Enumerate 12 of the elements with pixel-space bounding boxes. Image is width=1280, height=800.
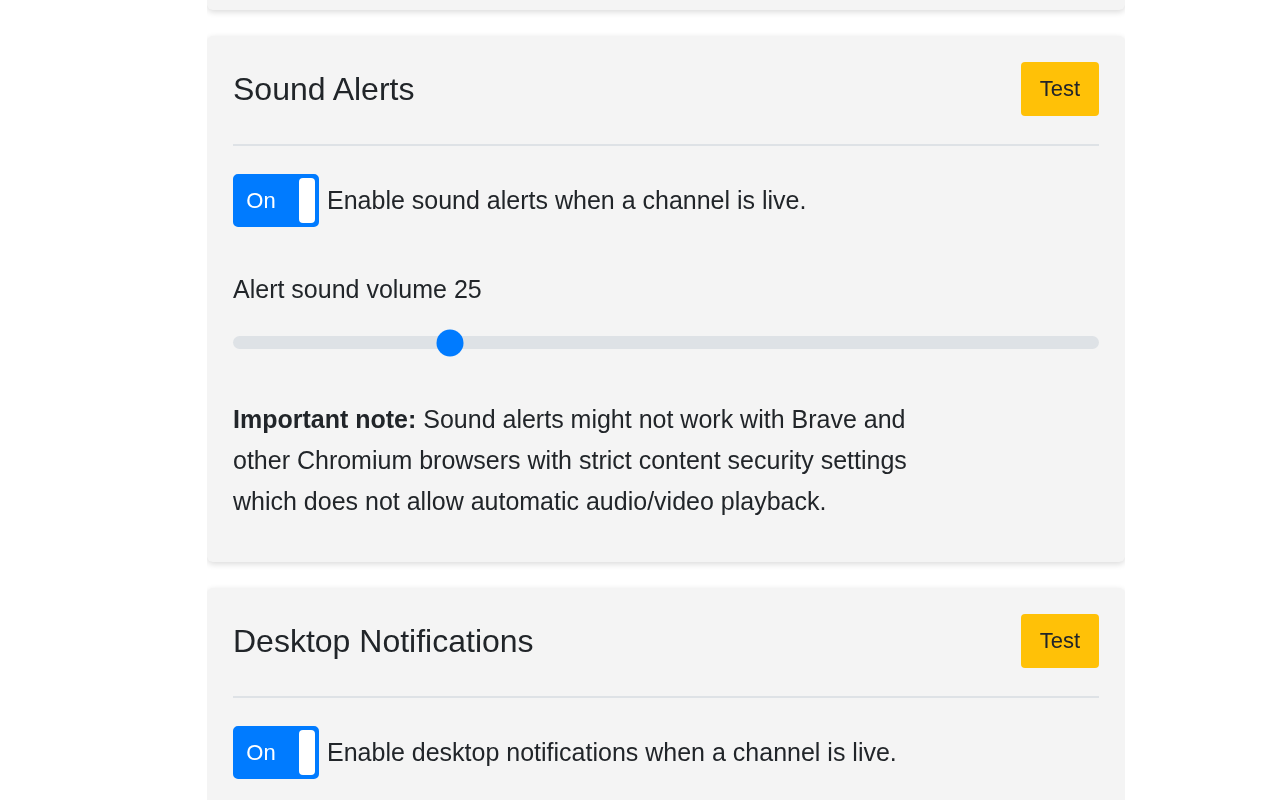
test-button[interactable]: Test (1021, 62, 1099, 116)
section-title: Sound Alerts (233, 70, 415, 108)
toggle-switch[interactable]: On (233, 174, 319, 227)
volume-slider[interactable] (233, 329, 1099, 356)
slider-thumb[interactable] (436, 329, 463, 356)
toggle-label: Enable desktop notifications when a channel is live. (327, 738, 897, 767)
toggle-switch[interactable]: On (233, 726, 319, 779)
section-title: Desktop Notifications (233, 622, 534, 660)
note-paragraph: Important note: Sound alerts might not work with Brave and other Chromium browsers with strict content security settings which does not allow automatic audio/video playback. (233, 404, 908, 517)
toggle-label: Enable sound alerts when a channel is live. (327, 186, 807, 215)
slider-label: Alert sound volume 25 (233, 275, 483, 304)
test-button[interactable]: Test (1021, 614, 1099, 668)
